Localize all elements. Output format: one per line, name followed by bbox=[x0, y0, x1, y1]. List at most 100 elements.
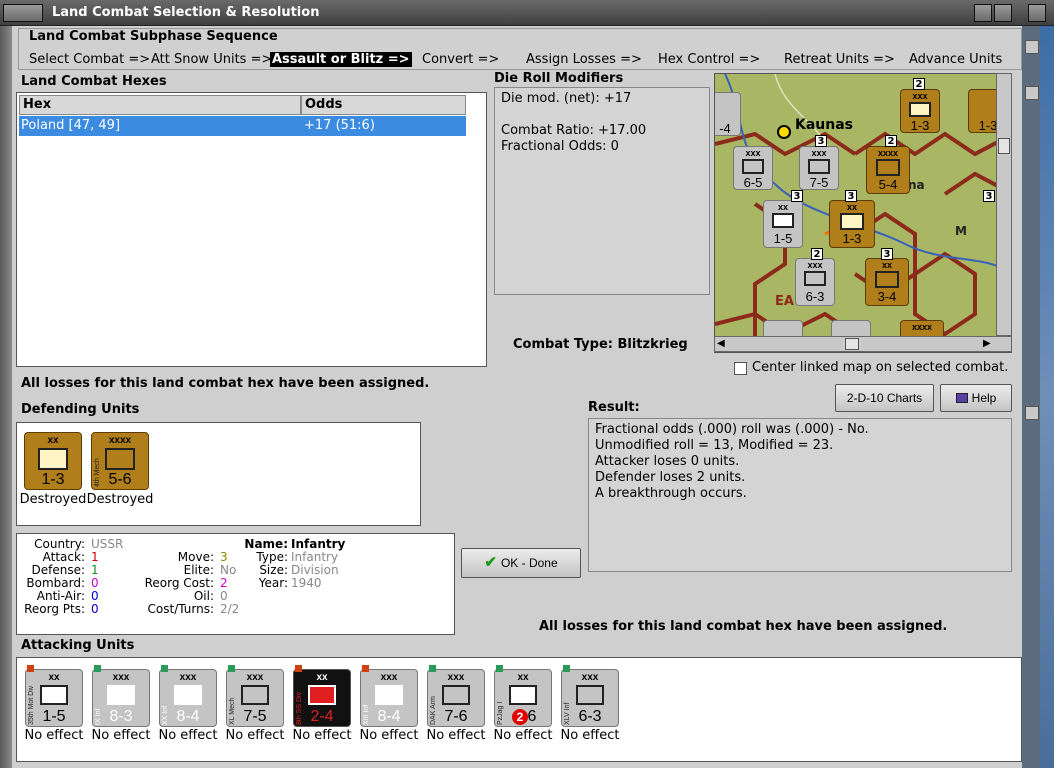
odds-cell: +17 (51:6) bbox=[304, 118, 375, 133]
map-unit[interactable]: xxx 6-5 bbox=[733, 146, 773, 190]
title-bar: Land Combat Selection & Resolution bbox=[0, 0, 1054, 26]
scroll-up-icon[interactable] bbox=[1025, 40, 1039, 54]
step-advance-units: Advance Units bbox=[909, 52, 1003, 67]
maximize-icon[interactable] bbox=[994, 4, 1012, 22]
charts-button[interactable]: 2-D-10 Charts bbox=[835, 384, 934, 412]
map-unit[interactable]: xx 1-5 bbox=[763, 200, 803, 248]
column-header-odds[interactable]: Odds bbox=[301, 95, 466, 115]
stack-count: 2 bbox=[885, 135, 897, 147]
stack-count: 3 bbox=[815, 135, 827, 147]
step-select-combat: Select Combat => bbox=[29, 52, 151, 67]
step-att-snow-units: Att Snow Units => bbox=[151, 52, 273, 67]
scroll-right-icon[interactable]: ▶ bbox=[983, 338, 991, 349]
map-horizontal-scroll-thumb[interactable] bbox=[845, 338, 859, 350]
map-unit[interactable]: xx 1-3 bbox=[829, 200, 875, 248]
info-cost-turns: 2/2 bbox=[220, 602, 240, 616]
ok-done-button[interactable]: ✔ OK - Done bbox=[461, 548, 581, 578]
hex-cell: Poland [47, 49] bbox=[21, 118, 121, 133]
stack-count: 3 bbox=[983, 190, 995, 202]
die-roll-heading: Die Roll Modifiers bbox=[494, 71, 624, 86]
stack-count: 2 bbox=[913, 78, 925, 90]
step-assault-or-blitz: Assault or Blitz => bbox=[270, 52, 412, 67]
help-button[interactable]: Help bbox=[940, 384, 1012, 412]
attacking-unit[interactable]: xxx 7-5 XL Mech bbox=[226, 665, 284, 727]
info-reorg-pts: 0 bbox=[91, 602, 99, 616]
result-heading: Result: bbox=[588, 400, 640, 415]
step-convert: Convert => bbox=[422, 52, 500, 67]
map-unit[interactable]: xx 3-4 bbox=[865, 258, 909, 306]
checkmark-icon: ✔ bbox=[484, 554, 497, 571]
center-map-label: Center linked map on selected combat. bbox=[752, 360, 1009, 375]
subphase-heading: Land Combat Subphase Sequence bbox=[29, 29, 278, 44]
scroll-thumb[interactable] bbox=[1025, 86, 1039, 100]
stack-count: 3 bbox=[791, 190, 803, 202]
info-reorg-cost: 2 bbox=[220, 576, 228, 590]
defending-unit-status: Destroyed bbox=[86, 492, 154, 507]
subphase-sequence-panel: Land Combat Subphase Sequence Select Com… bbox=[18, 28, 1022, 70]
scroll-down-icon[interactable] bbox=[1025, 406, 1039, 420]
minimize-icon[interactable] bbox=[974, 4, 992, 22]
map-unit[interactable]: xxx 6-3 bbox=[795, 258, 835, 306]
map-unit[interactable]: xxx 7-5 bbox=[799, 146, 839, 190]
attacking-unit[interactable]: xx 2 6 PzJag I bbox=[494, 665, 552, 727]
map-vertical-scroll-thumb[interactable] bbox=[998, 138, 1010, 154]
table-row[interactable]: Poland [47, 49] +17 (51:6) bbox=[19, 116, 466, 136]
stack-count: 2 bbox=[811, 248, 823, 260]
step-assign-losses: Assign Losses => bbox=[526, 52, 642, 67]
losses-assigned-message-bottom: All losses for this land combat hex have… bbox=[539, 619, 948, 634]
step-hex-control: Hex Control => bbox=[658, 52, 761, 67]
combat-ratio: Combat Ratio: +17.00 bbox=[501, 123, 647, 138]
step-retreat-units: Retreat Units => bbox=[784, 52, 895, 67]
column-header-hex[interactable]: Hex bbox=[19, 95, 301, 115]
info-bombard: 0 bbox=[91, 576, 99, 590]
ok-done-label: OK - Done bbox=[500, 556, 558, 570]
hex-list-heading: Land Combat Hexes bbox=[21, 74, 167, 89]
close-icon[interactable] bbox=[1028, 4, 1046, 22]
map-vertical-scrollbar[interactable] bbox=[996, 73, 1012, 336]
attacking-unit[interactable]: xxx 8-4 XX Inf bbox=[159, 665, 217, 727]
info-type: Infantry bbox=[291, 550, 339, 564]
map-unit[interactable]: xxx 1-3 bbox=[900, 89, 940, 133]
map-unit[interactable]: xxxx 5-4 bbox=[866, 146, 910, 194]
attacking-unit[interactable]: xx 2-4 8th SS Div bbox=[293, 665, 351, 727]
info-oil: 0 bbox=[220, 589, 228, 603]
attacking-unit[interactable]: xx 1-5 35th Mot Div bbox=[25, 665, 83, 727]
result-line: Unmodified roll = 13, Modified = 23. bbox=[595, 438, 834, 453]
map-city-label: Kaunas bbox=[795, 117, 854, 133]
attacking-unit-status: No effect bbox=[560, 728, 620, 743]
info-size: Division bbox=[291, 563, 339, 577]
defending-unit[interactable]: xxxx 5-6 4th Mech bbox=[91, 432, 149, 490]
system-menu-button[interactable] bbox=[3, 4, 43, 22]
result-line: Defender loses 2 units. bbox=[595, 470, 746, 485]
info-elite: No bbox=[220, 563, 237, 577]
background-window-strip bbox=[1022, 26, 1054, 768]
attacking-unit[interactable]: xxx 8-3 IX Inf bbox=[92, 665, 150, 727]
map-unit[interactable]: -4 bbox=[715, 92, 741, 136]
attacking-unit[interactable]: xxx 8-4 XIII Inf bbox=[360, 665, 418, 727]
help-book-icon bbox=[955, 393, 968, 403]
info-name: Infantry bbox=[291, 537, 346, 551]
scroll-left-icon[interactable]: ◀ bbox=[717, 338, 725, 349]
defending-unit[interactable]: xx 1-3 bbox=[24, 432, 82, 490]
info-year: 1940 bbox=[291, 576, 322, 590]
attacking-unit[interactable]: xxx 7-6 DAK Arm bbox=[427, 665, 485, 727]
map-fragment-label: na bbox=[908, 178, 925, 192]
info-defense: 1 bbox=[91, 563, 99, 577]
unit-info-panel: Country: USSR Attack: 1 Defense: 1 Bomba… bbox=[16, 533, 455, 635]
window-frame-left bbox=[0, 26, 12, 768]
info-attack: 1 bbox=[91, 550, 99, 564]
center-map-checkbox[interactable] bbox=[734, 362, 747, 375]
die-mod-net: Die mod. (net): +17 bbox=[501, 91, 632, 106]
help-button-label: Help bbox=[971, 391, 997, 405]
map-fragment-label: EA bbox=[775, 294, 794, 309]
defending-units-panel: xx 1-3 Destroyed xxxx 5-6 4th Mech Destr… bbox=[16, 422, 421, 526]
stack-count: 3 bbox=[845, 190, 857, 202]
attacking-unit[interactable]: xxx 6-3 XLV Inf bbox=[561, 665, 619, 727]
stack-count: 3 bbox=[881, 248, 893, 260]
losses-assigned-message: All losses for this land combat hex have… bbox=[21, 376, 430, 391]
map-fragment-label: M bbox=[955, 224, 967, 238]
attacking-units-panel: xx 1-5 35th Mot Div No effect xxx 8-3 IX… bbox=[16, 657, 1022, 762]
die-roll-panel: Die mod. (net): +17 Combat Ratio: +17.00… bbox=[494, 87, 710, 295]
map-horizontal-scrollbar[interactable]: ◀ ▶ bbox=[714, 336, 1012, 352]
linked-map[interactable]: Kaunas na M EA PO xxx 1-3 1-3 4 -4 xxx 6… bbox=[714, 73, 1012, 353]
